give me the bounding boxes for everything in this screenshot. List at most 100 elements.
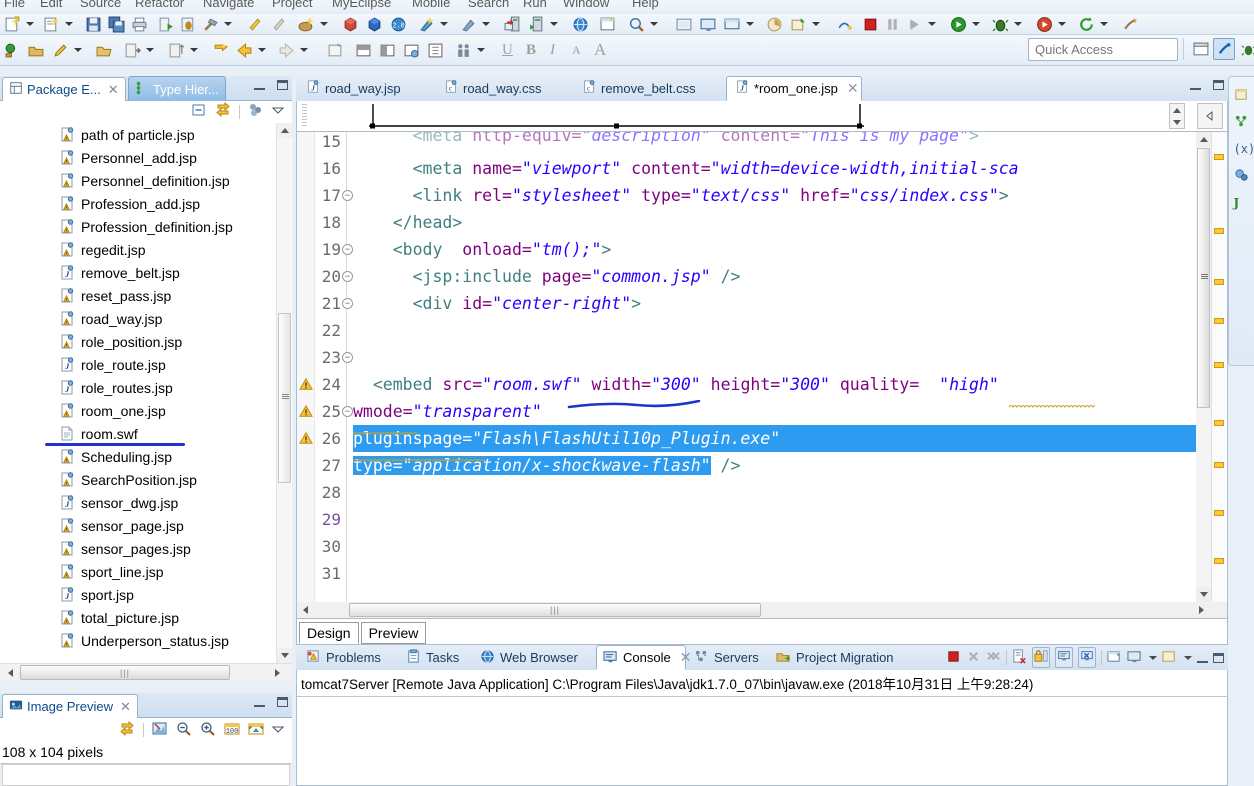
tree-item-file[interactable]: Jsensor_dwg.jsp [1,491,292,514]
console-tab-problems[interactable]: Problems [300,645,398,670]
menu-item-myeclipse[interactable]: MyEclipse [332,0,391,10]
debug-bug-icon[interactable] [992,13,1009,35]
split-vertical-icon[interactable] [379,39,396,61]
code-line[interactable]: pluginspage="Flash\FlashUtil10p_Plugin.e… [353,425,1207,452]
chevron-down-icon[interactable] [482,13,490,35]
code-line[interactable]: <link rel="stylesheet" type="text/css" h… [353,182,1009,209]
tab-packagee[interactable]: Package E... ✕ [2,77,126,101]
code-line[interactable]: <meta http-equiv="description" content="… [353,132,979,149]
tree-item-file[interactable]: Scheduling.jsp [1,445,292,468]
person-pair-icon[interactable] [455,39,472,61]
overview-warning-marker[interactable] [1214,557,1224,564]
overview-warning-marker[interactable] [1214,154,1224,161]
profile-icon[interactable] [766,13,783,35]
tree-item-file[interactable]: room.swf [1,422,292,445]
close-icon[interactable]: ✕ [847,80,859,97]
pause-icon[interactable] [884,13,901,35]
show-console-on-error-icon[interactable] [1078,647,1096,668]
chevron-down-icon[interactable] [146,39,154,61]
resume-icon[interactable] [906,13,923,35]
open-perspective-icon[interactable] [1190,38,1212,60]
menu-item-edit[interactable]: Edit [40,0,62,10]
console-tab-projectmigration[interactable]: Project Migration [770,645,920,670]
chevron-down-icon[interactable] [224,13,232,35]
scroll-right-button[interactable] [1194,603,1209,617]
maximize-icon[interactable] [277,697,288,707]
tree-item-file[interactable]: role_position.jsp [1,330,292,353]
scroll-lock-icon[interactable] [1032,647,1050,668]
display-selected-console-icon[interactable] [1127,649,1142,667]
save-all-icon[interactable] [108,13,125,35]
build-hammer-icon[interactable] [202,13,219,35]
wizard-blue-icon[interactable] [418,13,435,35]
menu-item-file[interactable]: File [4,0,25,10]
italic-icon[interactable]: I [550,39,555,61]
show-console-on-output-icon[interactable] [1055,647,1073,668]
quick-access-input[interactable] [1028,38,1178,61]
deploy-icon[interactable] [298,13,315,35]
fold-toggle-icon[interactable]: − [342,190,353,201]
tree-item-file[interactable]: Profession_definition.jsp [1,215,292,238]
menu-item-search[interactable]: Search [468,0,509,10]
remove-launch-icon[interactable] [966,649,981,667]
remove-all-terminated-icon[interactable] [986,649,1001,667]
fold-toggle-icon[interactable]: − [342,352,353,363]
menu-item-run[interactable]: Run [523,0,547,10]
maximize-icon[interactable] [1213,652,1224,663]
wizard-gray-icon[interactable] [460,13,477,35]
tree-item-file[interactable]: Jrole_routes.jsp [1,376,292,399]
snippets-view-icon[interactable] [1234,168,1250,184]
chevron-down-icon[interactable] [1014,13,1022,35]
debug-as-icon[interactable] [180,13,197,35]
ruler-spinner[interactable] [1169,103,1185,129]
next-annotation-icon[interactable] [124,39,141,61]
code-line[interactable]: <div id="center-right"> [353,290,642,317]
ruler-collapse-button[interactable] [1197,103,1223,129]
editor-tab-remove_beltcss[interactable]: c remove_belt.css [574,76,714,101]
tree-item-file[interactable]: Underperson_status.jsp [1,629,292,652]
coverage-icon[interactable] [1036,13,1053,35]
tree-item-file[interactable]: sport_line.jsp [1,560,292,583]
open-perspective-icon[interactable] [600,13,617,35]
browser-icon[interactable] [724,13,741,35]
chevron-down-icon[interactable] [26,13,34,35]
preview-icon[interactable] [403,39,420,61]
chevron-down-icon[interactable] [320,13,328,35]
run-as-icon[interactable] [158,13,175,35]
tree-item-file[interactable]: SearchPosition.jsp [1,468,292,491]
scroll-left-button[interactable] [2,664,19,681]
chevron-down-icon[interactable] [300,39,308,61]
code-line[interactable]: wmode="transparent" [353,398,542,425]
close-icon[interactable]: ✕ [120,699,131,715]
overview-warning-marker[interactable] [1214,461,1224,468]
tree-item-file[interactable]: sensor_pages.jsp [1,537,292,560]
code-line[interactable]: <body onload="tm();"> [353,236,612,263]
chevron-down-icon[interactable] [1184,655,1192,660]
tree-item-file[interactable]: Jremove_belt.jsp [1,261,292,284]
clear-console-icon[interactable] [1012,648,1027,667]
open-type-icon[interactable] [4,39,21,61]
editor-vertical-scrollbar[interactable] [1196,132,1211,602]
forward-arrow-icon[interactable] [278,39,295,61]
overview-warning-marker[interactable] [1214,228,1224,234]
perspective-myeclipse-java-icon[interactable] [1213,38,1235,60]
chevron-down-icon[interactable] [812,13,820,35]
code-line[interactable]: <embed src="room.swf" width="300" height… [353,371,999,398]
server-config-icon[interactable] [504,13,521,35]
tree-item-file[interactable]: sensor_page.jsp [1,514,292,537]
new-jsp-icon[interactable] [43,13,60,35]
code-line[interactable]: <meta name="viewport" content="width=dev… [353,155,1019,182]
split-horizontal-icon[interactable] [355,39,372,61]
scroll-right-button[interactable] [269,664,286,681]
back-arrow-icon[interactable] [236,39,253,61]
zoom-in-icon[interactable] [200,721,216,740]
editor-gutter[interactable]: 15 16 17−18 19−20−21−22 23−24 25−26 27 28 29 30 31 [297,132,353,602]
image-preview-canvas[interactable] [2,764,290,786]
menu-item-source[interactable]: Source [80,0,121,10]
overview-warning-marker[interactable] [1214,420,1224,426]
fold-toggle-icon[interactable]: − [342,244,353,255]
run-green-icon[interactable] [950,13,967,35]
chevron-down-icon[interactable] [550,13,558,35]
menu-item-window[interactable]: Window [563,0,609,10]
link-with-editor-icon[interactable] [119,720,135,740]
